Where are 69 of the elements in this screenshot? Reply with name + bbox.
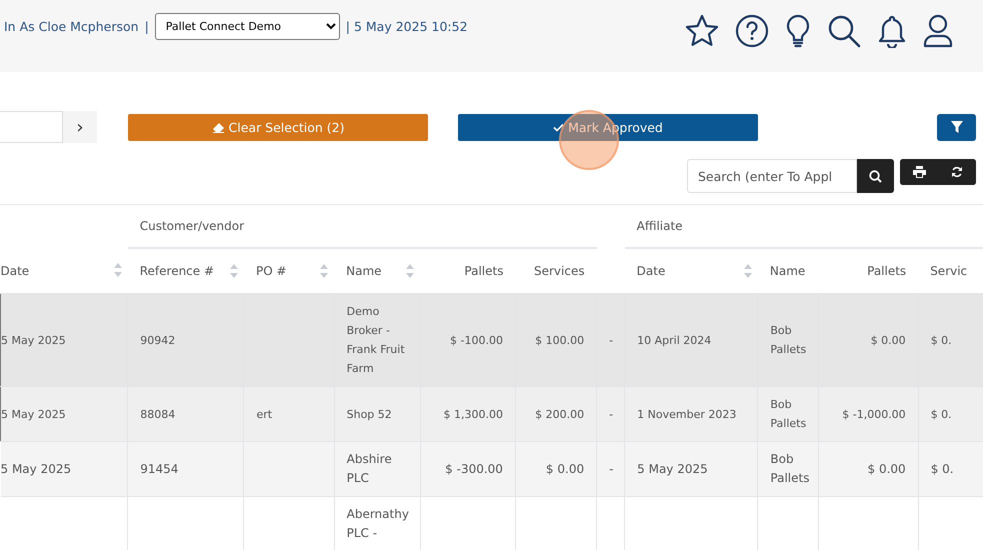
filter-icon [950,121,962,133]
logged-in-user: In As Cloe Mcpherson [4,18,139,34]
table-cell: Demo Broker - Frank Fruit Farm [346,305,405,375]
column-header[interactable]: Reference # [140,264,214,278]
table-cell: $ -1,000.00 [842,408,906,420]
search-button[interactable] [857,159,894,193]
table-cell: $ 200.00 [535,408,584,420]
check-icon [553,122,564,132]
search-icon [869,170,882,182]
table-cell: $ -300.00 [445,462,503,476]
refresh-icon [951,166,963,178]
printer-icon [912,166,926,178]
column-group-header: Affiliate [636,219,683,233]
table-cell: 5 May 2025 [1,408,66,420]
column-header[interactable]: Date [0,264,30,278]
table-cell: 5 May 2025 [1,334,66,346]
eraser-icon [212,122,225,132]
table-cell: $ 100.00 [535,334,584,346]
table-row[interactable]: 5 May 2025 88084 ert Shop 52 $ 1,300.00 $ 200.00 - 1 November 2023 Bob Pallets $ -1,000.00 $ 0. [0,386,983,442]
column-header[interactable]: Services [534,264,585,278]
table-cell: 91454 [140,462,178,476]
bell-icon[interactable] [877,14,907,48]
table-cell: $ 0. [930,408,952,420]
column-header[interactable]: Name [770,264,806,278]
column-header[interactable]: PO # [256,264,287,278]
page-input[interactable] [0,111,63,143]
column-header[interactable]: Servic [930,264,968,278]
table-cell: ert [256,408,272,420]
table-row[interactable]: 5 May 2025 90942 Demo Broker - Frank Fruit Farm $ -100.00 $ 100.00 - 10 April 2024 Bob Pallets $ 0.00 $ 0. [0,294,983,386]
filter-button[interactable] [937,114,976,140]
date-time: | 5 May 2025 10:52 [346,18,468,34]
table-cell: $ 0.00 [868,462,906,476]
table-cell: Abshire PLC [346,452,392,485]
table-cell: - [609,408,614,420]
table-cell: 90942 [140,334,176,346]
separator: | [144,18,149,34]
lightbulb-icon[interactable] [785,14,811,48]
star-icon[interactable] [685,14,719,48]
table-cell: 88084 [140,408,176,420]
table-cell: - [609,334,614,346]
table-cell: $ 0. [930,334,952,346]
column-header[interactable]: Pallets [464,264,504,278]
help-icon[interactable] [735,14,769,48]
table-cell: $ 0.00 [870,334,906,346]
column-header[interactable]: Name [346,264,382,278]
column-header[interactable]: Pallets [867,264,906,278]
column-header[interactable]: Date [636,264,666,278]
table-row[interactable]: 5 May 2025 91454 Abshire PLC $ -300.00 $ 0.00 - 5 May 2025 Bob Pallets $ 0.00 $ 0. [0,442,983,496]
column-group-header: Customer/vendor [140,219,244,233]
search-field[interactable]: Search (enter To Appl [687,159,857,193]
table-cell: $ 0.00 [546,462,584,476]
table-cell: 5 May 2025 [637,462,708,476]
table-cell: 10 April 2024 [637,334,712,346]
table-cell: Abernathy PLC - [346,507,409,540]
table-cell: $ 1,300.00 [443,408,503,420]
table-cell: Bob Pallets [770,452,810,485]
table-cell: $ 0. [930,462,954,476]
table-cell: - [609,462,614,476]
table-cell: 5 May 2025 [0,462,72,476]
table-cell: Bob Pallets [770,398,806,430]
table-cell: Shop 52 [346,408,392,420]
next-button[interactable]: › [63,111,97,143]
search-icon[interactable] [827,14,861,48]
table-row[interactable]: Abernathy PLC - [0,496,983,550]
company-select[interactable]: Pallet Connect Demo [154,12,340,40]
table-cell: Bob Pallets [770,324,806,356]
table-cell: 1 November 2023 [637,408,736,420]
table-cell: $ -100.00 [450,334,503,346]
user-icon[interactable] [923,14,953,48]
